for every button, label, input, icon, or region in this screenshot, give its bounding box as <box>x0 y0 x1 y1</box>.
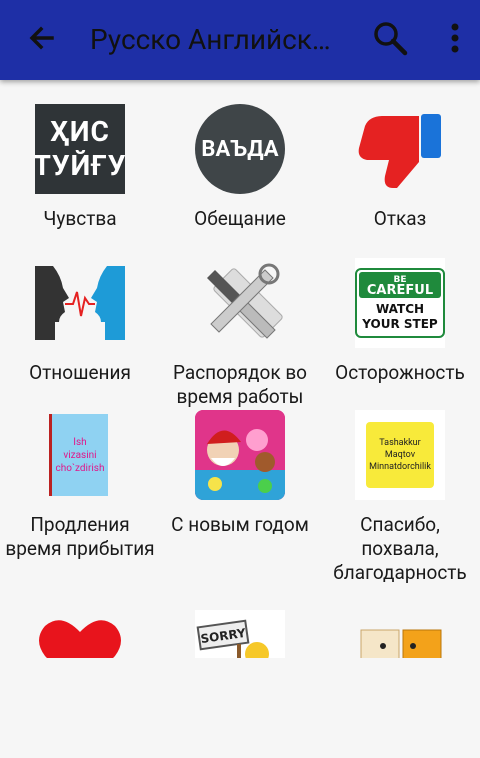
tile-label: Отношения <box>29 361 131 384</box>
tile-label: Осторожность <box>335 361 465 384</box>
sign-text: WATCH <box>376 302 424 316</box>
new-year-game-icon <box>195 410 285 500</box>
thumb-text: ТУЙҒУ <box>35 149 125 182</box>
dialog-faces-icon <box>35 258 125 348</box>
app-title: Русско Английск… <box>90 23 331 56</box>
note-text: Maqtov <box>384 450 416 460</box>
search-icon[interactable] <box>370 18 410 58</box>
feelings-thumbnail: ҲИС ТУЙҒУ <box>35 104 125 194</box>
more-vert-icon[interactable] <box>440 18 470 58</box>
app-bar: Русско Английск… <box>0 0 480 80</box>
back-arrow-icon[interactable] <box>22 18 62 58</box>
tools-icon <box>195 258 285 348</box>
card-text: Ish <box>73 436 87 448</box>
sorry-sign-icon: SORRY <box>195 610 285 658</box>
two-cards-icon <box>355 610 445 658</box>
thumbs-down-icon <box>355 104 445 194</box>
category-grid: ҲИС ТУЙҒУ Чувства ВАЪДА Обещание Отказ О <box>0 80 480 658</box>
sticky-note-icon: Tashakkur Maqtov Minnatdorchilik <box>355 410 445 500</box>
tile-label: Распорядок во время работы <box>172 361 308 408</box>
tile-label: Обещание <box>194 207 286 230</box>
sign-text: YOUR STEP <box>361 317 438 331</box>
thumb-text: ҲИС <box>50 115 110 148</box>
careful-sign-icon: BE CAREFUL WATCH YOUR STEP <box>355 258 445 348</box>
card-text: cho`zdirish <box>55 462 105 474</box>
card-text: vizasini <box>63 449 97 461</box>
note-text: Tashakkur <box>379 438 421 448</box>
greeting-card-icon: Ish vizasini cho`zdirish <box>35 410 125 500</box>
red-heart-icon <box>35 610 125 658</box>
thumb-text: ВАЪДА <box>201 136 279 162</box>
tile-label: Чувства <box>43 207 117 230</box>
tile-label: С новым годом <box>171 513 309 536</box>
note-text: Minnatdorchilik <box>369 462 431 472</box>
tile-label: Продления время прибытия <box>5 513 155 560</box>
sign-text: CAREFUL <box>367 283 433 298</box>
tile-label: Отказ <box>373 207 427 230</box>
tile-label: Спасибо, похвала, благодарность <box>333 513 467 584</box>
promise-thumbnail: ВАЪДА <box>195 104 285 194</box>
